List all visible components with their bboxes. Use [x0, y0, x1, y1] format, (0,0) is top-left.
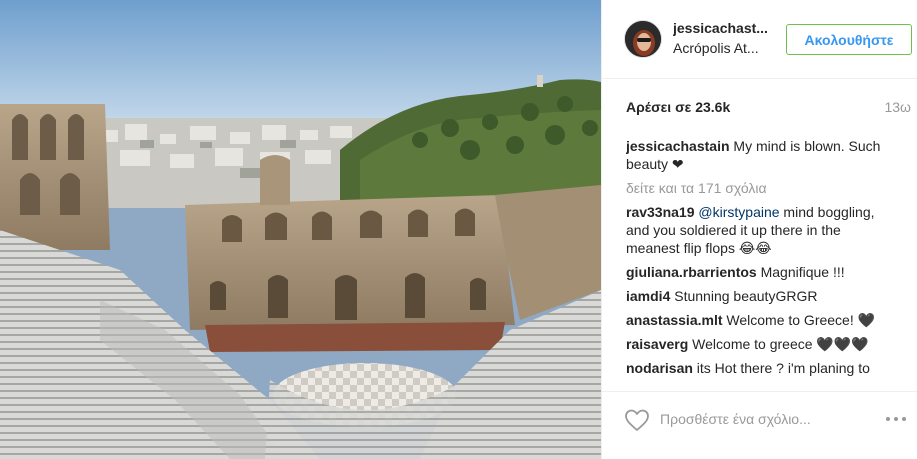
post-photo-illustration: [0, 0, 601, 459]
dot: [894, 417, 898, 421]
list-item: iamdi4 Stunning beautyGRGR: [626, 287, 898, 305]
follow-button[interactable]: Ακολουθήστε: [786, 24, 912, 55]
author-username[interactable]: jessicachast...: [673, 20, 785, 37]
heart-outline-icon: [625, 409, 649, 431]
like-button[interactable]: [624, 408, 650, 432]
post-photo[interactable]: [0, 0, 601, 459]
post-location[interactable]: Acrópolis At...: [673, 39, 785, 57]
list-item: raisaverg Welcome to greece 🖤🖤🖤: [626, 335, 898, 353]
avatar-image: [625, 21, 661, 57]
comment-username[interactable]: iamdi4: [626, 288, 670, 304]
avatar[interactable]: [624, 20, 662, 58]
comment-username[interactable]: rav33na19: [626, 204, 695, 220]
list-item: rav33na19 @kirstypaine mind boggling, an…: [626, 203, 898, 257]
list-item: anastassia.mlt Welcome to Greece! 🖤: [626, 311, 898, 329]
post-timestamp[interactable]: 13ω: [884, 99, 911, 115]
comments-list: jessicachastain My mind is blown. Such b…: [626, 137, 898, 382]
comment-username[interactable]: raisaverg: [626, 336, 688, 352]
dot: [886, 417, 890, 421]
comment-composer: [602, 391, 917, 459]
comment-input[interactable]: [660, 406, 870, 432]
list-item: nodarisan its Hot there ? i'm planing to: [626, 359, 898, 377]
dot: [902, 417, 906, 421]
view-all-comments-link[interactable]: δείτε και τα 171 σχόλια: [626, 179, 898, 197]
caption: jessicachastain My mind is blown. Such b…: [626, 137, 898, 173]
comment-username[interactable]: giuliana.rbarrientos: [626, 264, 757, 280]
post-header: jessicachast... Acrópolis At... Ακολουθή…: [602, 0, 917, 79]
author-info: jessicachast... Acrópolis At...: [673, 20, 785, 57]
likes-count[interactable]: Αρέσει σε 23.6k: [626, 99, 730, 115]
comment-text: Stunning beautyGRGR: [670, 288, 818, 304]
comment-text: Magnifique !!!: [756, 264, 845, 280]
likes-row: Αρέσει σε 23.6k 13ω: [626, 99, 911, 119]
comment-text: Welcome to Greece! 🖤: [722, 312, 876, 328]
comment-username[interactable]: anastassia.mlt: [626, 312, 723, 328]
more-options-icon[interactable]: [883, 409, 909, 429]
list-item: giuliana.rbarrientos Magnifique !!!: [626, 263, 898, 281]
comment-text: Welcome to greece 🖤🖤🖤: [688, 336, 869, 352]
comment-mention[interactable]: @kirstypaine: [698, 204, 779, 220]
comment-username[interactable]: nodarisan: [626, 360, 693, 376]
post-details-panel: jessicachast... Acrópolis At... Ακολουθή…: [601, 0, 917, 459]
comment-text: its Hot there ? i'm planing to: [692, 360, 870, 376]
caption-username[interactable]: jessicachastain: [626, 138, 730, 154]
